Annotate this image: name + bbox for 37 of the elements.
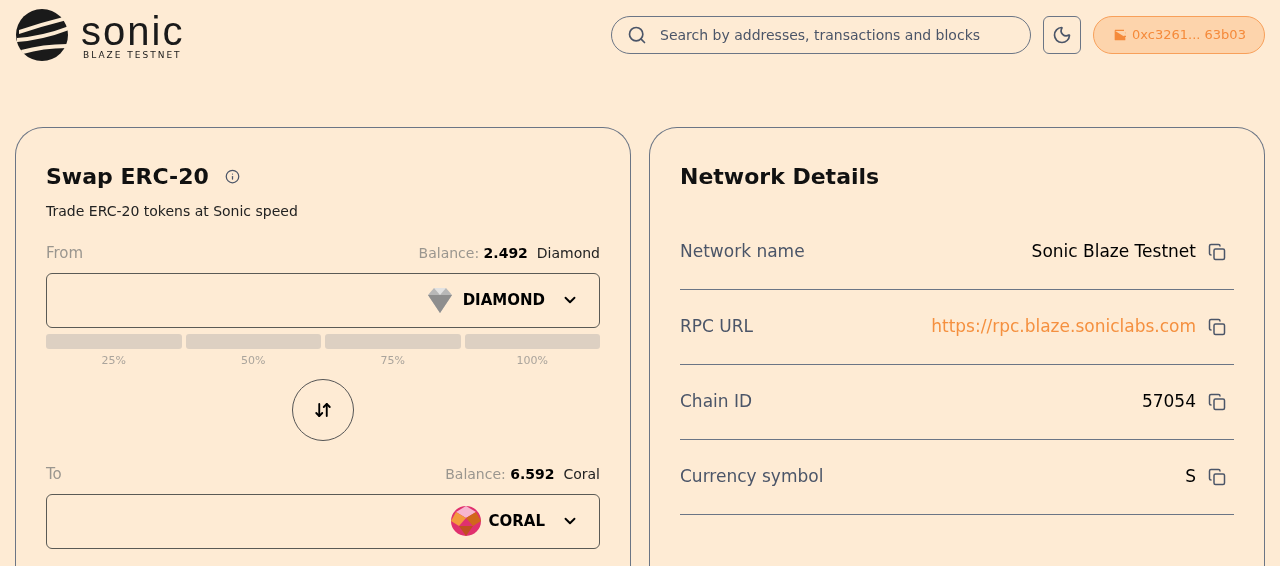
detail-label: RPC URL [680,315,754,339]
copy-icon[interactable] [1208,243,1226,261]
percent-button[interactable]: 25% [46,333,182,369]
field-label: From [46,243,84,264]
token-select[interactable]: CORAL [46,493,600,549]
moon-icon [1052,25,1072,45]
copy-icon[interactable] [1208,318,1226,336]
token-select[interactable]: DIAMOND [46,272,600,328]
detail-label: Network name [680,240,805,264]
percent-button[interactable]: 100% [464,333,600,369]
card-subtitle: Trade ERC-20 tokens at Sonic speed [46,202,299,221]
logo-subtitle: BLAZE TESTNET [83,50,183,60]
card-title: Network Details [680,163,881,191]
wallet-icon [1112,27,1129,43]
coral-icon [450,506,481,536]
rpc-link[interactable]: https://rpc.blaze.soniclabs.com [931,314,1196,340]
detail-value: 57054 [1141,390,1196,414]
field-label: To [46,464,62,485]
theme-toggle-button[interactable] [1043,16,1081,54]
percent-button[interactable]: 50% [185,333,321,369]
search-icon [627,25,647,45]
logo-wordmark: sonic [81,10,185,51]
copy-icon[interactable] [1208,468,1226,486]
swap-arrows-icon [314,401,332,419]
wallet-button[interactable]: 0xc3261... 63b03 [1093,16,1265,54]
detail-value: S [1185,465,1196,489]
logo-icon [15,8,69,62]
card-title: Swap ERC-20 [46,163,209,191]
percent-button[interactable]: 75% [325,333,461,369]
detail-label: Currency symbol [680,465,824,489]
detail-value: Sonic Blaze Testnet [1031,240,1196,264]
info-icon[interactable] [224,169,240,184]
copy-icon[interactable] [1208,393,1226,411]
balance-text: Balance: 2.492 Diamond [418,243,600,263]
search-field[interactable]: Search by addresses, transactions and blocks [611,16,1031,54]
detail-label: Chain ID [680,390,753,414]
balance-text: Balance: 6.592 Coral [445,464,600,484]
